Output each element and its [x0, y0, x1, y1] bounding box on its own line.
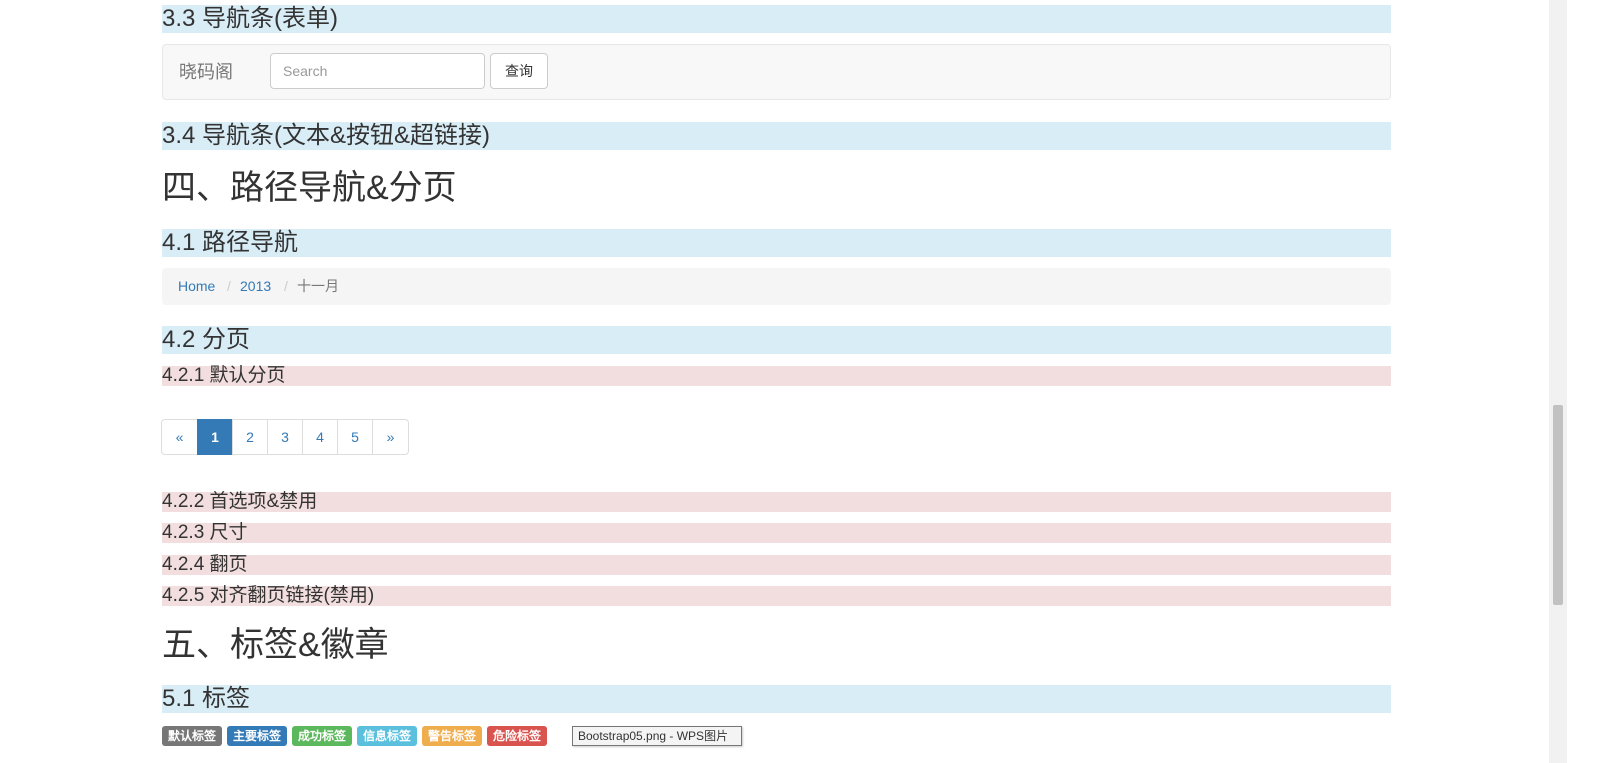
heading-3-4: 3.4 导航条(文本&按钮&超链接) [162, 122, 1391, 150]
scrollbar-thumb[interactable] [1553, 405, 1563, 605]
heading-3-3: 3.3 导航条(表单) [162, 5, 1391, 33]
heading-5-1: 5.1 标签 [162, 685, 1391, 713]
pagination-page-4[interactable]: 4 [302, 419, 338, 455]
breadcrumb-item-home[interactable]: Home [178, 268, 215, 305]
heading-4-2-5: 4.2.5 对齐翻页链接(禁用) [162, 586, 1391, 606]
label-warning: 警告标签 [422, 726, 483, 746]
label-info: 信息标签 [357, 726, 418, 746]
pagination-page-2[interactable]: 2 [232, 419, 268, 455]
pagination-prev[interactable]: « [161, 419, 198, 455]
taskbar-tooltip: Bootstrap05.png - WPS图片 [572, 726, 742, 746]
label-success: 成功标签 [292, 726, 353, 746]
search-input[interactable] [270, 53, 485, 89]
label-danger: 危险标签 [487, 726, 548, 746]
pagination-page-1[interactable]: 1 [197, 419, 233, 455]
vertical-scrollbar[interactable] [1549, 0, 1567, 763]
heading-4-1: 4.1 路径导航 [162, 229, 1391, 257]
heading-4-2-2: 4.2.2 首选项&禁用 [162, 492, 1391, 512]
breadcrumb-item-current: 十一月 [297, 278, 339, 294]
navbar-form: 晓码阁 查询 [162, 44, 1391, 100]
heading-4-2-1: 4.2.1 默认分页 [162, 366, 1391, 386]
navbar-brand[interactable]: 晓码阁 [179, 61, 233, 83]
pagination-next[interactable]: » [372, 419, 409, 455]
label-default: 默认标签 [162, 726, 223, 746]
breadcrumb-separator: / [227, 278, 231, 294]
heading-4-2-4: 4.2.4 翻页 [162, 555, 1391, 575]
heading-4-2-3: 4.2.3 尺寸 [162, 523, 1391, 543]
section-title-5: 五、标签&徽章 [162, 626, 389, 664]
heading-4-2: 4.2 分页 [162, 326, 1391, 354]
pagination-page-5[interactable]: 5 [337, 419, 373, 455]
section-title-4: 四、路径导航&分页 [162, 169, 457, 207]
query-button[interactable]: 查询 [490, 53, 548, 89]
breadcrumb-separator: / [284, 278, 288, 294]
breadcrumb-item-2013[interactable]: 2013 [240, 268, 271, 305]
breadcrumb: Home / 2013 / 十一月 [162, 268, 1391, 305]
pagination-page-3[interactable]: 3 [267, 419, 303, 455]
label-primary: 主要标签 [227, 726, 288, 746]
